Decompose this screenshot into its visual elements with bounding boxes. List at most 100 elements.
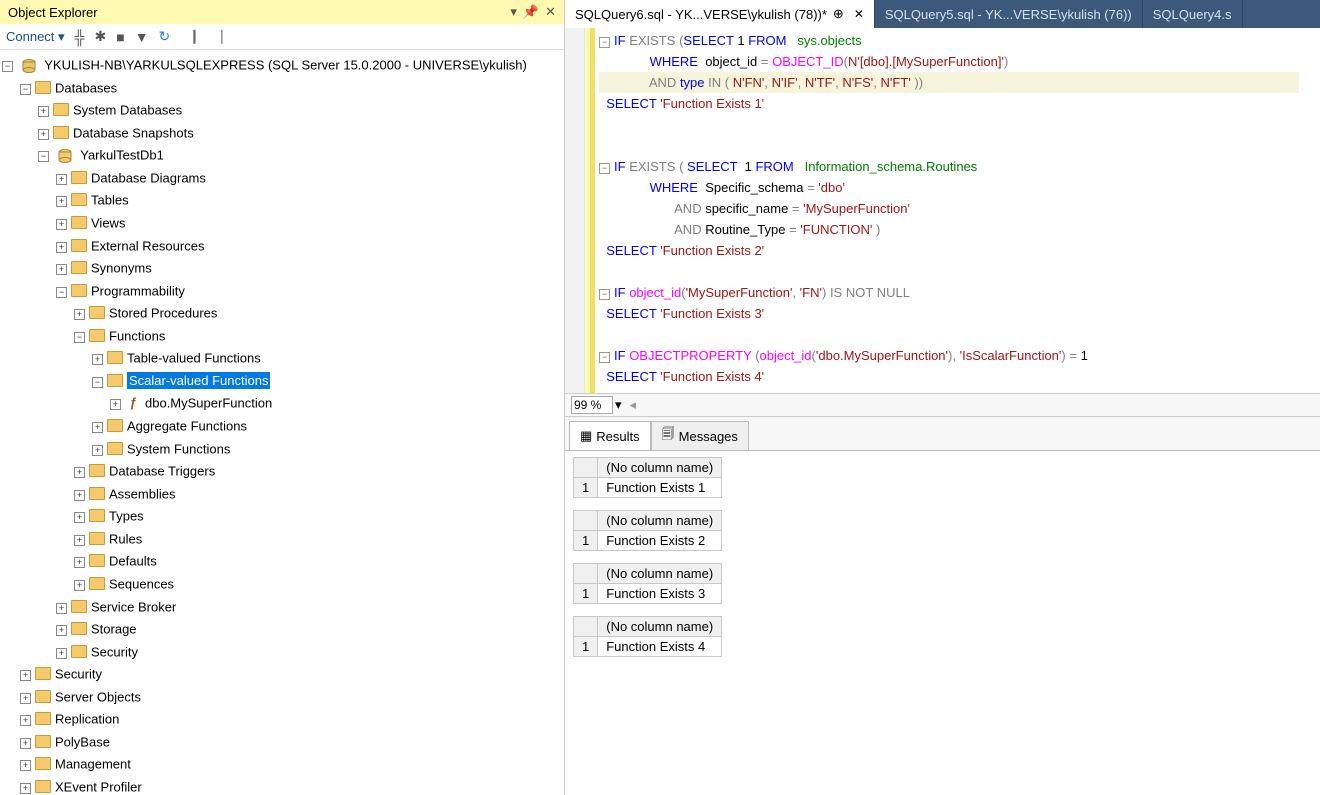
expand-icon[interactable]: + bbox=[56, 196, 67, 207]
expand-icon[interactable]: + bbox=[92, 445, 103, 456]
stored-procedures-node[interactable]: Stored Procedures bbox=[109, 306, 217, 321]
expand-icon[interactable]: + bbox=[74, 467, 85, 478]
expand-icon[interactable]: + bbox=[38, 129, 49, 140]
replication-node[interactable]: Replication bbox=[55, 712, 119, 727]
storage-node[interactable]: Storage bbox=[91, 622, 137, 637]
db-diagrams-node[interactable]: Database Diagrams bbox=[91, 170, 206, 185]
col-header[interactable]: (No column name) bbox=[598, 458, 722, 478]
stop-icon[interactable]: ■ bbox=[116, 29, 124, 45]
scalar-valued-functions-node[interactable]: Scalar-valued Functions bbox=[127, 372, 270, 389]
databases-node[interactable]: Databases bbox=[55, 80, 117, 95]
object-tree[interactable]: − YKULISH-NB\YARKULSQLEXPRESS (SQL Serve… bbox=[0, 50, 564, 795]
expand-icon[interactable]: + bbox=[74, 512, 85, 523]
mysuperfunction-node[interactable]: dbo.MySuperFunction bbox=[145, 396, 272, 411]
table-row[interactable]: 1Function Exists 2 bbox=[574, 531, 722, 551]
synonyms-node[interactable]: Synonyms bbox=[91, 261, 152, 276]
service-broker-node[interactable]: Service Broker bbox=[91, 599, 176, 614]
server-objects-node[interactable]: Server Objects bbox=[55, 689, 141, 704]
collapse-icon[interactable]: − bbox=[74, 332, 85, 343]
management-node[interactable]: Management bbox=[55, 757, 131, 772]
table-row[interactable]: 1Function Exists 1 bbox=[574, 478, 722, 498]
col-header[interactable]: (No column name) bbox=[598, 511, 722, 531]
db-security-node[interactable]: Security bbox=[91, 644, 138, 659]
server-node[interactable]: − YKULISH-NB\YARKULSQLEXPRESS (SQL Serve… bbox=[2, 54, 562, 77]
expand-icon[interactable]: + bbox=[20, 760, 31, 771]
defaults-node[interactable]: Defaults bbox=[109, 554, 157, 569]
connect-button[interactable]: Connect ▾ bbox=[6, 29, 65, 45]
expand-icon[interactable]: + bbox=[74, 490, 85, 501]
refresh-icon[interactable]: ↻ bbox=[159, 28, 171, 45]
expand-icon[interactable]: + bbox=[56, 603, 67, 614]
expand-icon[interactable]: + bbox=[74, 309, 85, 320]
expand-icon[interactable]: + bbox=[56, 219, 67, 230]
aggregate-functions-node[interactable]: Aggregate Functions bbox=[127, 419, 247, 434]
disconnect-all-icon[interactable]: ✱ bbox=[94, 28, 106, 45]
database-triggers-node[interactable]: Database Triggers bbox=[109, 464, 215, 479]
row-header[interactable] bbox=[574, 564, 598, 584]
keep-open-icon[interactable]: ⊕ bbox=[833, 6, 844, 22]
zoom-dropdown-icon[interactable]: ▾ bbox=[615, 397, 622, 413]
tab-messages[interactable]: 🗐Messages bbox=[651, 421, 749, 450]
table-row[interactable]: 1Function Exists 3 bbox=[574, 584, 722, 604]
result-sets[interactable]: (No column name) 1Function Exists 1 (No … bbox=[565, 451, 1320, 795]
code-editor[interactable]: −IF EXISTS (SELECT 1 FROM sys.objects WH… bbox=[565, 28, 1320, 393]
tab-results[interactable]: ▦Results bbox=[569, 421, 651, 450]
programmability-node[interactable]: Programmability bbox=[91, 283, 185, 298]
expand-icon[interactable]: + bbox=[74, 580, 85, 591]
dropdown-icon[interactable]: ▾ bbox=[510, 4, 517, 20]
system-databases-node[interactable]: System Databases bbox=[73, 103, 182, 118]
collapse-icon[interactable]: − bbox=[92, 377, 103, 388]
activity-icon[interactable]: ⎹⎸⎹ bbox=[180, 28, 222, 45]
expand-icon[interactable]: + bbox=[20, 693, 31, 704]
expand-icon[interactable]: + bbox=[92, 354, 103, 365]
row-header[interactable] bbox=[574, 458, 598, 478]
testdb-node[interactable]: YarkulTestDb1 bbox=[80, 148, 164, 163]
expand-icon[interactable]: + bbox=[56, 174, 67, 185]
security-node[interactable]: Security bbox=[55, 667, 102, 682]
table-valued-functions-node[interactable]: Table-valued Functions bbox=[127, 351, 261, 366]
tab-sqlquery6[interactable]: SQLQuery6.sql - YK...VERSE\ykulish (78))… bbox=[565, 0, 875, 28]
collapse-icon[interactable]: − bbox=[38, 151, 49, 162]
expand-icon[interactable]: + bbox=[92, 422, 103, 433]
table-row[interactable]: 1Function Exists 4 bbox=[574, 637, 722, 657]
snapshots-node[interactable]: Database Snapshots bbox=[73, 125, 194, 140]
system-functions-node[interactable]: System Functions bbox=[127, 441, 230, 456]
filter-icon[interactable]: ▼ bbox=[135, 29, 149, 45]
rules-node[interactable]: Rules bbox=[109, 531, 142, 546]
expand-icon[interactable]: + bbox=[56, 625, 67, 636]
col-header[interactable]: (No column name) bbox=[598, 564, 722, 584]
expand-icon[interactable]: + bbox=[20, 783, 31, 794]
xevent-profiler-node[interactable]: XEvent Profiler bbox=[55, 780, 142, 795]
col-header[interactable]: (No column name) bbox=[598, 617, 722, 637]
close-tab-icon[interactable]: ✕ bbox=[854, 7, 864, 21]
external-resources-node[interactable]: External Resources bbox=[91, 238, 204, 253]
row-header[interactable] bbox=[574, 617, 598, 637]
expand-icon[interactable]: + bbox=[38, 106, 49, 117]
expand-icon[interactable]: + bbox=[20, 670, 31, 681]
scroll-left-icon[interactable]: ◂ bbox=[630, 397, 637, 413]
row-header[interactable] bbox=[574, 511, 598, 531]
types-node[interactable]: Types bbox=[109, 509, 144, 524]
expand-icon[interactable]: + bbox=[20, 738, 31, 749]
tables-node[interactable]: Tables bbox=[91, 193, 129, 208]
functions-node[interactable]: Functions bbox=[109, 328, 165, 343]
collapse-icon[interactable]: − bbox=[56, 287, 67, 298]
expand-icon[interactable]: + bbox=[56, 264, 67, 275]
tab-sqlquery5[interactable]: SQLQuery5.sql - YK...VERSE\ykulish (76)) bbox=[875, 0, 1143, 28]
sequences-node[interactable]: Sequences bbox=[109, 577, 174, 592]
polybase-node[interactable]: PolyBase bbox=[55, 734, 110, 749]
collapse-icon[interactable]: − bbox=[2, 61, 13, 72]
collapse-icon[interactable]: − bbox=[20, 84, 31, 95]
breakpoint-gutter[interactable] bbox=[565, 28, 585, 393]
expand-icon[interactable]: + bbox=[56, 648, 67, 659]
assemblies-node[interactable]: Assemblies bbox=[109, 486, 175, 501]
disconnect-icon[interactable]: ╬ bbox=[75, 29, 85, 45]
expand-icon[interactable]: + bbox=[20, 715, 31, 726]
views-node[interactable]: Views bbox=[91, 216, 125, 231]
pin-icon[interactable]: 📌 bbox=[523, 4, 539, 20]
code-text[interactable]: −IF EXISTS (SELECT 1 FROM sys.objects WH… bbox=[595, 28, 1299, 393]
expand-icon[interactable]: + bbox=[56, 242, 67, 253]
expand-icon[interactable]: + bbox=[110, 399, 121, 410]
expand-icon[interactable]: + bbox=[74, 557, 85, 568]
expand-icon[interactable]: + bbox=[74, 535, 85, 546]
